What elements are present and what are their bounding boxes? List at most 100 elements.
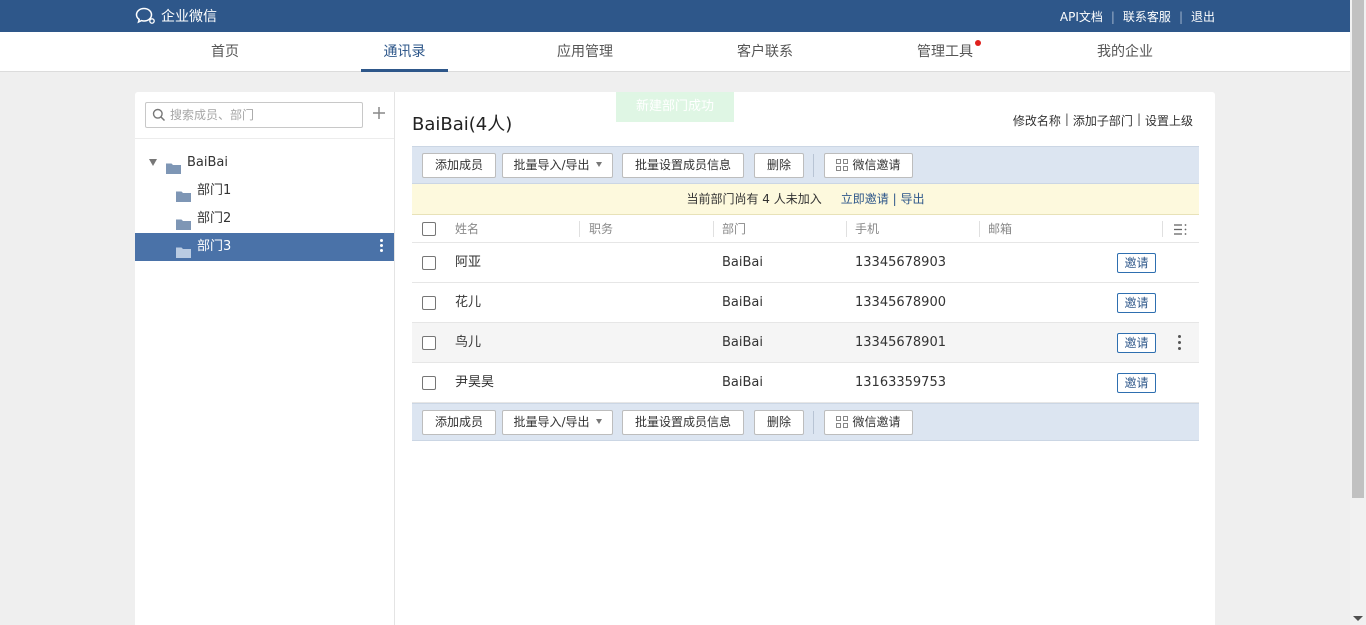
top-toolbar: 添加成员 批量导入/导出 批量设置成员信息 删除 微信邀请 — [412, 146, 1199, 184]
link-separator: | — [1064, 112, 1069, 126]
search-input[interactable] — [170, 105, 356, 125]
col-name: 姓名 — [455, 222, 480, 236]
tree-label-dept2: 部门2 — [197, 211, 232, 226]
tree-label-dept3: 部门3 — [197, 239, 232, 254]
table-row[interactable]: 花儿 BaiBai 13345678900 邀请 — [412, 283, 1199, 323]
bottom-toolbar: 添加成员 批量导入/导出 批量设置成员信息 删除 微信邀请 — [412, 403, 1199, 441]
table-row[interactable]: 阿亚 BaiBai 13345678903 邀请 — [412, 243, 1199, 283]
wechat-invite-label: 微信邀请 — [852, 415, 901, 429]
api-docs-link[interactable]: API文档 — [1060, 8, 1103, 25]
folder-icon — [176, 241, 191, 269]
scroll-down-arrow-icon[interactable] — [1353, 616, 1363, 621]
member-phone: 13345678900 — [855, 295, 946, 310]
wechat-invite-button[interactable]: 微信邀请 — [824, 153, 913, 178]
search-icon — [152, 108, 166, 126]
col-title: 职务 — [589, 222, 614, 236]
add-subdept-link[interactable]: 添加子部门 — [1073, 112, 1133, 129]
notice-separator: | — [892, 192, 897, 206]
table-row[interactable]: 尹昊昊 BaiBai 13163359753 邀请 — [412, 363, 1199, 403]
batch-import-export-label: 批量导入/导出 — [513, 415, 590, 429]
invite-now-link[interactable]: 立即邀请 — [841, 192, 889, 206]
logo-text: 企业微信 — [161, 9, 217, 25]
tab-customer-contact[interactable]: 客户联系 — [728, 32, 802, 72]
col-phone: 手机 — [855, 222, 880, 236]
row-checkbox[interactable] — [422, 336, 436, 350]
tree-item-dept2[interactable]: 部门2 — [135, 205, 394, 233]
dropdown-caret-icon — [595, 419, 602, 424]
tree-item-root[interactable]: BaiBai — [135, 149, 394, 177]
wechat-invite-label: 微信邀请 — [852, 158, 901, 172]
row-more-options-icon[interactable] — [1178, 335, 1182, 353]
member-phone: 13345678903 — [855, 255, 946, 270]
member-name: 阿亚 — [455, 255, 482, 270]
col-email: 邮箱 — [988, 222, 1013, 236]
wechat-invite-button[interactable]: 微信邀请 — [824, 410, 913, 435]
batch-import-export-button[interactable]: 批量导入/导出 — [502, 153, 613, 178]
tree-item-dept1[interactable]: 部门1 — [135, 177, 394, 205]
rename-link[interactable]: 修改名称 — [1013, 112, 1061, 129]
delete-button[interactable]: 删除 — [754, 153, 804, 178]
member-name: 花儿 — [455, 295, 482, 310]
more-options-icon[interactable] — [380, 239, 384, 254]
tree-label-root: BaiBai — [187, 155, 228, 170]
batch-import-export-label: 批量导入/导出 — [513, 158, 590, 172]
tree-item-dept3[interactable]: 部门3 — [135, 233, 394, 261]
qr-code-icon — [836, 413, 849, 436]
main-panel: BaiBai 部门1 部门2 部门3 BaiBai(4人) 新建部门成功 修改名… — [135, 92, 1215, 625]
add-dept-icon[interactable] — [370, 104, 388, 122]
tab-contacts[interactable]: 通讯录 — [361, 32, 448, 72]
col-separator — [713, 221, 714, 237]
invite-button[interactable]: 邀请 — [1117, 333, 1156, 353]
table-row[interactable]: 鸟儿 BaiBai 13345678901 邀请 — [412, 323, 1199, 363]
collapse-arrow-icon[interactable] — [149, 159, 157, 166]
set-parent-link[interactable]: 设置上级 — [1145, 112, 1193, 129]
delete-button[interactable]: 删除 — [754, 410, 804, 435]
success-toast: 新建部门成功 — [616, 92, 734, 122]
page-scrollbar[interactable] — [1350, 0, 1366, 625]
column-settings-icon[interactable] — [1174, 224, 1187, 238]
batch-import-export-button[interactable]: 批量导入/导出 — [502, 410, 613, 435]
col-separator — [846, 221, 847, 237]
top-header: 企业微信 API文档 | 联系客服 | 退出 — [0, 0, 1350, 32]
page-title: BaiBai(4人) — [412, 114, 513, 135]
row-checkbox[interactable] — [422, 376, 436, 390]
add-member-button[interactable]: 添加成员 — [422, 153, 496, 178]
notice-text: 当前部门尚有 4 人未加入 — [686, 192, 822, 206]
link-separator: | — [1136, 112, 1141, 126]
tree-label-dept1: 部门1 — [197, 183, 232, 198]
table-header: 姓名 职务 部门 手机 邮箱 — [412, 215, 1199, 243]
invite-button[interactable]: 邀请 — [1117, 293, 1156, 313]
wecom-logo-icon — [135, 7, 157, 25]
tab-my-enterprise[interactable]: 我的企业 — [1088, 32, 1162, 72]
tab-management-tools[interactable]: 管理工具 — [908, 32, 982, 72]
member-dept: BaiBai — [722, 375, 763, 390]
notification-dot — [975, 40, 981, 46]
invite-button[interactable]: 邀请 — [1117, 253, 1156, 273]
col-separator — [979, 221, 980, 237]
toolbar-separator — [813, 154, 814, 177]
col-separator — [1162, 221, 1163, 237]
member-phone: 13163359753 — [855, 375, 946, 390]
row-checkbox[interactable] — [422, 256, 436, 270]
export-link[interactable]: 导出 — [901, 192, 925, 206]
tab-home[interactable]: 首页 — [196, 32, 254, 72]
contact-support-link[interactable]: 联系客服 — [1123, 8, 1171, 25]
pending-notice: 当前部门尚有 4 人未加入 立即邀请 | 导出 — [412, 184, 1199, 215]
member-phone: 13345678901 — [855, 335, 946, 350]
row-checkbox[interactable] — [422, 296, 436, 310]
header-links: API文档 | 联系客服 | 退出 — [1060, 8, 1215, 25]
member-name: 鸟儿 — [455, 335, 482, 350]
add-member-button[interactable]: 添加成员 — [422, 410, 496, 435]
main-nav: 首页 通讯录 应用管理 客户联系 管理工具 我的企业 — [0, 32, 1350, 72]
col-separator — [579, 221, 580, 237]
title-actions: 修改名称 | 添加子部门 | 设置上级 — [1013, 112, 1193, 129]
batch-set-info-button[interactable]: 批量设置成员信息 — [622, 153, 744, 178]
select-all-checkbox[interactable] — [422, 222, 436, 236]
logo[interactable]: 企业微信 — [135, 6, 217, 26]
scrollbar-thumb[interactable] — [1352, 0, 1364, 498]
invite-button[interactable]: 邀请 — [1117, 373, 1156, 393]
search-box[interactable] — [145, 102, 363, 128]
batch-set-info-button[interactable]: 批量设置成员信息 — [622, 410, 744, 435]
tab-app-management[interactable]: 应用管理 — [548, 32, 622, 72]
logout-link[interactable]: 退出 — [1191, 8, 1215, 25]
